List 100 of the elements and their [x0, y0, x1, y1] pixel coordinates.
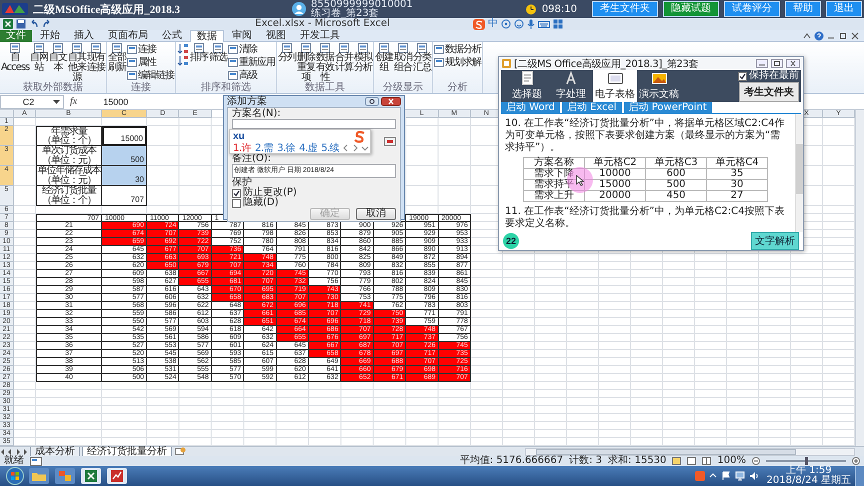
help-icon[interactable]	[814, 30, 824, 40]
undo-icon[interactable]	[29, 19, 39, 29]
ribbon-button[interactable]: 编辑链接	[127, 69, 174, 82]
name-box[interactable]: C2	[0, 94, 64, 108]
ribbon-button[interactable]: 连接	[127, 43, 174, 56]
ribbon-button[interactable]: 数据分析	[434, 43, 482, 56]
ribbon-tab[interactable]: 文件	[0, 30, 32, 42]
subject-tab[interactable]: 字处理	[549, 70, 593, 102]
spreadsheet-icon[interactable]	[80, 467, 102, 485]
save-icon[interactable]	[16, 19, 26, 29]
checkbox[interactable]	[232, 198, 241, 208]
chart-icon[interactable]	[106, 467, 128, 485]
formula-field[interactable]: 15000	[103, 96, 128, 106]
ribbon-button[interactable]: 自其他来源	[68, 43, 86, 83]
ribbon-tab[interactable]: 开始	[34, 30, 66, 42]
sheet-navigation-icon[interactable]	[0, 448, 28, 456]
page-arrows-icon[interactable]	[343, 144, 370, 152]
ribbon-button[interactable]: 自文本	[49, 43, 68, 73]
close-icon[interactable]	[850, 30, 860, 40]
ribbon-tab[interactable]: 审阅	[226, 30, 258, 42]
folder-icon[interactable]	[28, 467, 50, 485]
punctuation-icon[interactable]	[501, 19, 511, 29]
restore-icon[interactable]	[838, 30, 848, 40]
ribbon-button[interactable]: 合并计算	[335, 43, 354, 73]
network-icon[interactable]	[734, 471, 745, 481]
emoji-icon[interactable]	[514, 19, 524, 29]
ribbon-button[interactable]: 重新应用	[228, 56, 276, 69]
sheet-tab[interactable]: 经济订货批量分析	[82, 446, 172, 456]
minimize-icon[interactable]	[756, 59, 768, 68]
ribbon-button[interactable]: 排序	[190, 43, 208, 63]
toolbox-icon[interactable]	[553, 19, 563, 29]
ribbon-tab[interactable]: 数据	[190, 30, 224, 42]
folder-button[interactable]: 考生文件夹	[739, 82, 799, 102]
ribbon-button[interactable]: 数据有效性	[316, 43, 334, 83]
ribbon-button[interactable]: 模拟分析	[354, 43, 372, 73]
app-icon[interactable]	[54, 467, 76, 485]
close-icon[interactable]	[381, 97, 401, 106]
scrollbar[interactable]	[795, 114, 803, 232]
zoom-in-icon[interactable]	[852, 457, 860, 465]
subject-tab[interactable]: 演示文稿	[637, 70, 681, 102]
ribbon-tab[interactable]: 开发工具	[294, 30, 346, 42]
ribbon-button[interactable]: 分列	[278, 43, 296, 63]
sheet-tab[interactable]: 成本分析	[30, 446, 80, 456]
candidate[interactable]: 1.许	[233, 141, 252, 155]
ribbon-button[interactable]: 筛选	[209, 43, 228, 63]
insert-sheet-icon[interactable]	[174, 447, 186, 456]
launch-button[interactable]: 启动 Excel	[562, 102, 622, 113]
page-break-icon[interactable]	[702, 457, 712, 465]
normal-view-icon[interactable]	[672, 457, 682, 465]
status-text: 就绪	[4, 456, 24, 466]
candidate[interactable]: 2.需	[255, 141, 274, 155]
input-mode[interactable]: 中	[488, 18, 498, 30]
ribbon-button[interactable]: 清除	[228, 43, 276, 56]
redo-icon[interactable]	[42, 19, 52, 29]
flag-icon[interactable]	[720, 471, 731, 481]
ribbon-button[interactable]: 取消组合	[394, 43, 412, 73]
ribbon-button[interactable]: 高级	[228, 69, 276, 82]
zoom-out-icon[interactable]	[752, 457, 760, 465]
sort-ascending-icon[interactable]	[177, 43, 190, 55]
volume-icon[interactable]	[748, 471, 759, 481]
maximize-icon[interactable]	[771, 59, 783, 68]
ribbon-button[interactable]: 创建组	[375, 43, 394, 73]
sort-descending-icon[interactable]	[177, 55, 190, 67]
launch-button[interactable]: 启动 Word	[501, 102, 560, 113]
keyboard-icon[interactable]	[538, 19, 550, 29]
help-icon[interactable]	[365, 97, 379, 106]
close-icon[interactable]	[786, 59, 800, 68]
function-button[interactable]: fx	[70, 96, 78, 107]
launch-button[interactable]: 启动 PowerPoint	[624, 102, 712, 113]
subject-tab[interactable]: 电子表格	[593, 70, 637, 102]
toolbar-button[interactable]: 隐藏试题	[663, 1, 719, 17]
checkbox[interactable]	[738, 72, 747, 80]
candidate[interactable]: 4.虚	[299, 141, 318, 155]
ribbon-button[interactable]: 全部刷新	[108, 43, 126, 73]
caret-icon[interactable]	[53, 98, 60, 104]
microphone-icon[interactable]	[527, 19, 535, 29]
page-layout-icon[interactable]	[687, 457, 696, 465]
candidate[interactable]: 3.徐	[277, 141, 296, 155]
checkbox[interactable]	[232, 188, 241, 198]
ribbon-button[interactable]: 自 Access	[1, 43, 30, 73]
scrollbar[interactable]	[525, 448, 855, 456]
candidate[interactable]: 5.续	[321, 141, 340, 155]
start-icon[interactable]	[6, 467, 24, 485]
ribbon-button[interactable]: 现有连接	[87, 43, 106, 73]
ribbon-tab[interactable]: 公式	[156, 30, 188, 42]
ribbon-button[interactable]: 删除重复项	[297, 43, 316, 83]
macro-icon[interactable]	[30, 456, 42, 466]
dialog-button[interactable]: 取消	[356, 208, 396, 220]
ribbon-tab[interactable]: 视图	[260, 30, 292, 42]
ribbon-tab[interactable]: 插入	[68, 30, 100, 42]
ribbon-button[interactable]: 属性	[127, 56, 174, 69]
collapse-ribbon-icon[interactable]	[802, 30, 812, 40]
ribbon-button[interactable]: 分类汇总	[413, 43, 432, 73]
ribbon-tab[interactable]: 页面布局	[102, 30, 154, 42]
range-select-icon[interactable]	[384, 137, 396, 146]
ribbon-button[interactable]: 规划求解	[434, 56, 482, 69]
ribbon-button[interactable]: 自网站	[30, 43, 48, 73]
analysis-button[interactable]: 文字解析	[751, 232, 799, 250]
input-field[interactable]	[232, 119, 396, 129]
subject-tab[interactable]: 选择题	[505, 70, 549, 102]
